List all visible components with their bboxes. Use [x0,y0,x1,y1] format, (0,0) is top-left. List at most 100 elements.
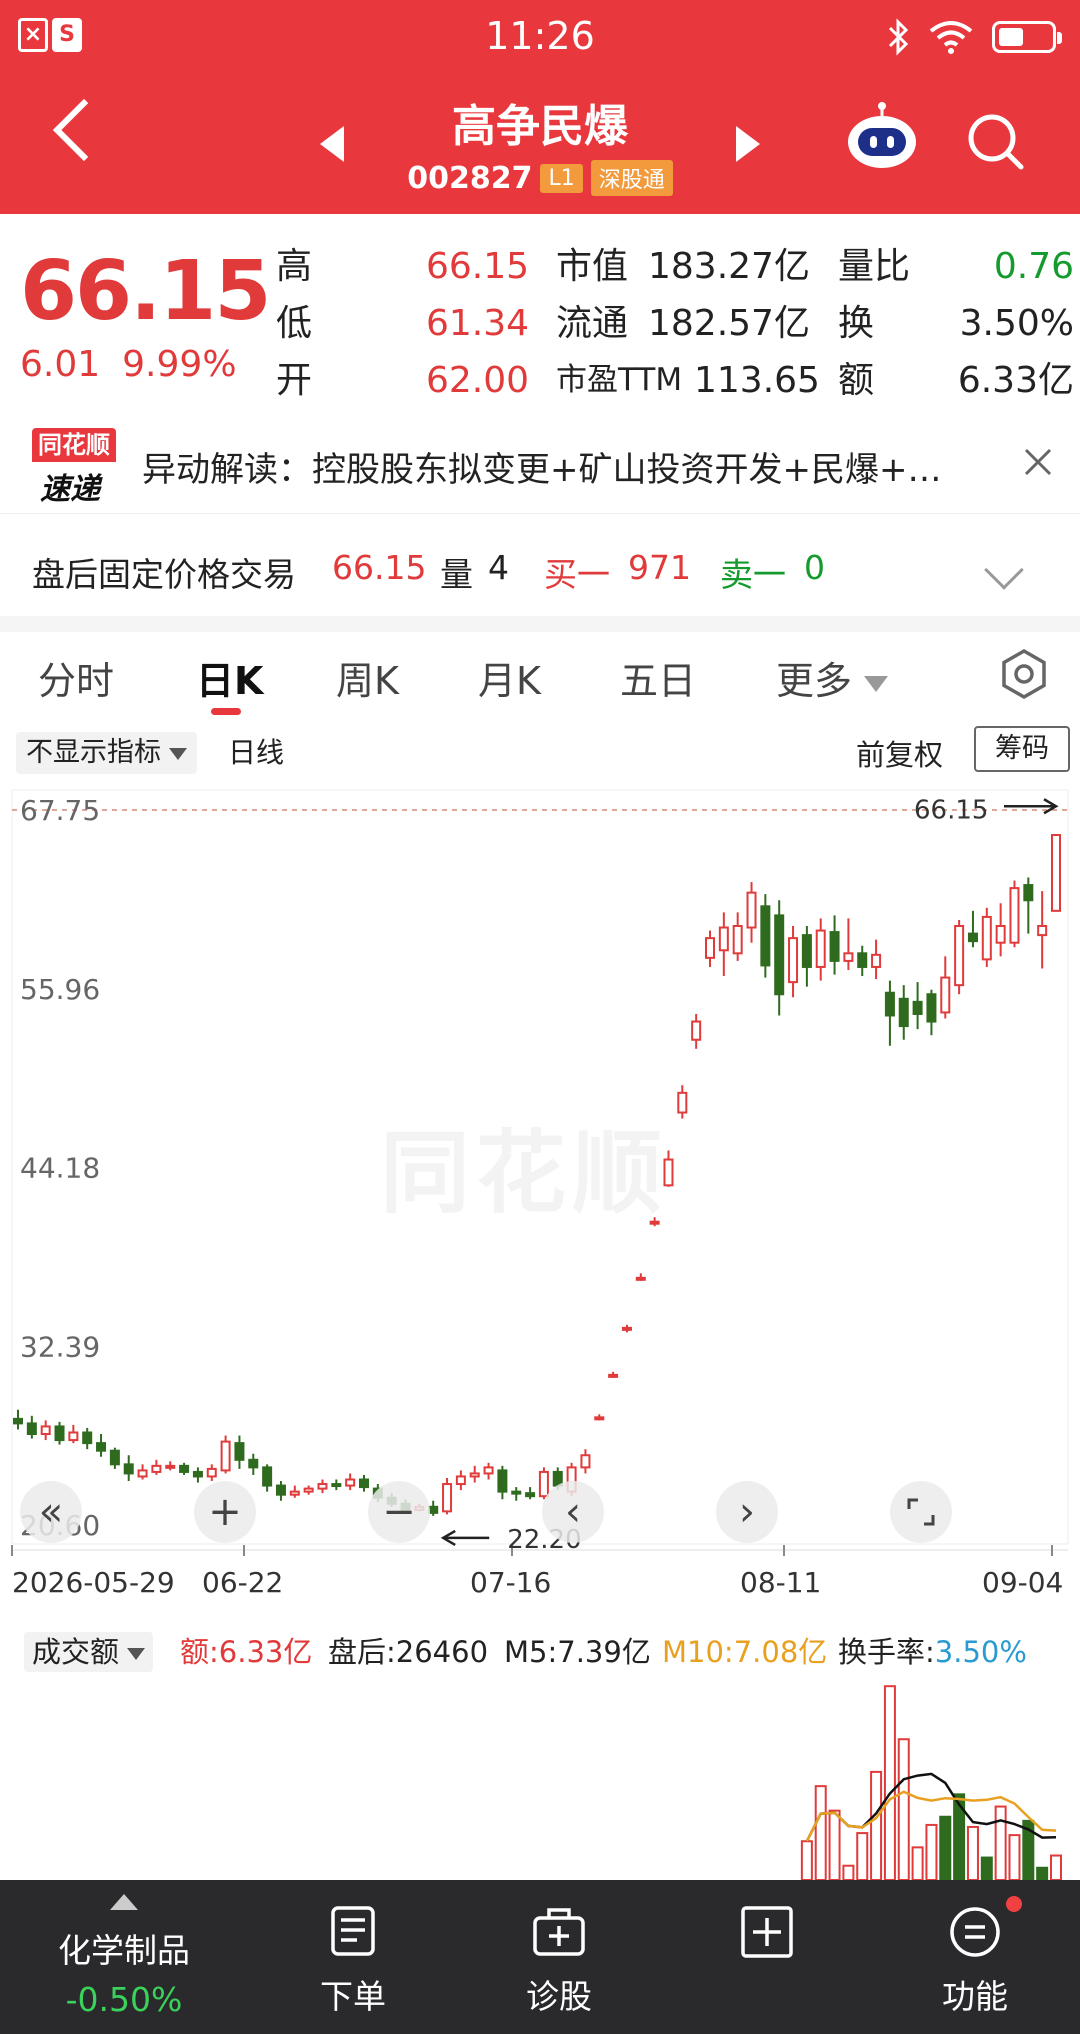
candle-body [234,1442,245,1461]
add-watchlist-button[interactable] [702,1904,832,1970]
candle-body [621,1326,632,1331]
candle-body [40,1425,51,1436]
candle-body [871,953,882,968]
function-button[interactable]: 功能 [910,1904,1040,2018]
candle-body [940,976,951,1014]
candle-body [538,1470,549,1498]
candle-body [995,925,1006,944]
notification-dot [1006,1896,1022,1912]
date-tick: 08-11 [740,1566,822,1599]
volume-m10: M10:7.08亿 [662,1635,828,1669]
volume-bar [828,1809,841,1880]
step-right-button[interactable]: › [716,1481,778,1543]
candle-body [317,1483,328,1490]
candle-body [732,925,743,955]
candle-body [13,1417,23,1425]
candle-body [137,1469,148,1478]
scroll-left-fast-button[interactable]: « [20,1481,82,1543]
candle-body [303,1487,314,1493]
volume-bar [966,1825,979,1880]
volume-bar [814,1785,827,1880]
volume-bar [1008,1834,1021,1880]
price-tick-label: 32.39 [20,1330,100,1363]
sector-name[interactable]: 化学制品 [0,1924,248,1972]
candle-body [275,1484,286,1496]
date-tick: 09-04 [982,1566,1064,1599]
candle-body [123,1463,134,1475]
menu-circle-icon [950,1907,1000,1957]
volume-bar [897,1738,910,1880]
candle-body [455,1475,466,1486]
candle-body [192,1470,203,1478]
volume-header: 成交额 额:6.33亿 盘后:26460 M5:7.39亿 M10:7.08亿 … [0,1624,1080,1678]
candle-body [843,952,854,962]
high-price-marker: 66.15 [914,795,988,825]
volume-bar [980,1856,993,1880]
date-tick: 07-16 [470,1566,552,1599]
candle-body [165,1464,176,1469]
candle-body [497,1469,508,1493]
zoom-in-button[interactable]: + [194,1481,256,1543]
candle-body [151,1464,162,1473]
candle-body [815,929,826,968]
add-box-icon [741,1906,793,1958]
chart-frame [11,789,1069,1545]
candle-body [884,991,895,1017]
candle-body [981,915,992,961]
candle-body [718,926,729,952]
order-doc-icon [331,1906,375,1956]
caret-down-icon [127,1648,146,1660]
step-left-button[interactable]: ‹ [542,1481,604,1543]
candle-body [691,1020,702,1041]
candle-body [248,1458,259,1469]
candle-body [926,993,937,1023]
caret-up-icon[interactable] [110,1894,138,1910]
volume-bar [925,1823,938,1880]
volume-turnover: 换手率:3.50% [838,1635,1027,1669]
candle-body [635,1276,646,1281]
candle-body [608,1373,619,1378]
candle-body [442,1483,453,1513]
candle-body [857,952,868,968]
candle-body [594,1416,605,1421]
volume-bar [1050,1854,1062,1880]
date-tick: 06-22 [202,1566,284,1599]
candle-body [68,1431,79,1442]
candle-body [746,891,757,929]
volume-bar [939,1815,952,1880]
candle-body [774,914,785,996]
candle-body [109,1449,120,1466]
candle-body [525,1492,536,1498]
fullscreen-icon [907,1498,935,1526]
candle-body [289,1490,300,1496]
bottom-action-bar: 化学制品 -0.50% 下单 诊股 功能 [0,1880,1080,2034]
volume-bar [870,1770,883,1880]
candle-body [705,937,715,959]
candle-body [663,1158,674,1187]
zoom-out-button[interactable]: − [368,1481,430,1543]
candle-body [483,1466,494,1475]
volume-bar [800,1840,813,1880]
candle-body [677,1091,688,1114]
candle-body [1051,834,1061,912]
candle-body [511,1490,522,1495]
candle-body [1037,925,1048,937]
volume-bar [1036,1866,1049,1880]
volume-amount: 额:6.33亿 [180,1635,313,1669]
volume-indicator-select[interactable]: 成交额 [24,1632,154,1672]
candle-body [898,997,909,1028]
volume-bar [842,1864,855,1880]
function-label: 功能 [942,1977,1008,2016]
fullscreen-button[interactable] [890,1481,952,1543]
candle-body [788,937,799,984]
candle-body [262,1466,273,1487]
diagnose-button[interactable]: 诊股 [494,1904,624,2018]
volume-bar [911,1846,924,1880]
candle-body [359,1478,369,1489]
candle-body [82,1431,93,1445]
volume-m5: M5:7.39亿 [504,1635,651,1669]
candle-body [428,1505,439,1514]
candle-body [26,1422,37,1436]
order-button[interactable]: 下单 [288,1904,418,2018]
candle-body [220,1440,231,1472]
